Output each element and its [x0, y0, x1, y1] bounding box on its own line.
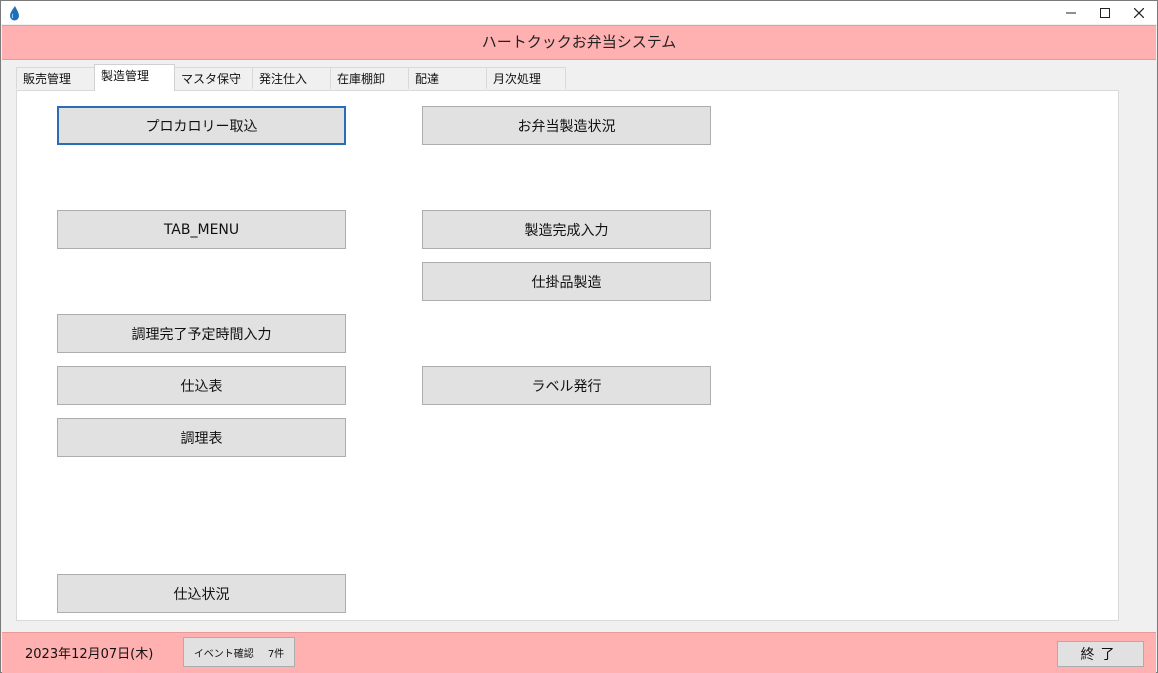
- tab-delivery[interactable]: 配達: [408, 67, 487, 89]
- exit-button[interactable]: 終了: [1057, 641, 1144, 667]
- current-date: 2023年12月07日(木): [25, 647, 154, 662]
- pro-calorie-import-button[interactable]: プロカロリー取込: [57, 106, 346, 145]
- tab-sales[interactable]: 販売管理: [16, 67, 95, 89]
- label-issue-button[interactable]: ラベル発行: [422, 366, 711, 405]
- tab-menu-button[interactable]: TAB_MENU: [57, 210, 346, 249]
- maximize-icon: [1100, 7, 1110, 18]
- title-bar: [1, 1, 1157, 24]
- cooking-sheet-button[interactable]: 調理表: [57, 418, 346, 457]
- status-bar: 2023年12月07日(木) イベント確認 7件 終了: [2, 632, 1156, 673]
- maximize-button[interactable]: [1088, 1, 1122, 24]
- tab-monthly[interactable]: 月次処理: [486, 67, 566, 89]
- event-check-label: イベント確認: [193, 648, 254, 660]
- app-drop-icon: [7, 5, 21, 21]
- wip-production-button[interactable]: 仕掛品製造: [422, 262, 711, 301]
- production-complete-input-button[interactable]: 製造完成入力: [422, 210, 711, 249]
- app-window: ハートクックお弁当システム 販売管理 製造管理 マスタ保守 発注仕入 在庫棚卸 …: [0, 0, 1158, 673]
- event-check-button[interactable]: イベント確認 7件: [183, 637, 295, 667]
- event-count: 7件: [267, 648, 285, 660]
- minimize-icon: [1066, 12, 1076, 13]
- tab-master[interactable]: マスタ保守: [174, 67, 253, 89]
- cooking-time-input-button[interactable]: 調理完了予定時間入力: [57, 314, 346, 353]
- tab-inventory[interactable]: 在庫棚卸: [330, 67, 409, 89]
- app-title: ハートクックお弁当システム: [481, 33, 677, 51]
- app-header: ハートクックお弁当システム: [2, 25, 1156, 60]
- close-icon: [1134, 7, 1144, 18]
- tab-panel-manufacturing: [16, 90, 1119, 621]
- close-button[interactable]: [1122, 1, 1156, 24]
- purchase-sheet-button[interactable]: 仕込表: [57, 366, 346, 405]
- minimize-button[interactable]: [1054, 1, 1088, 24]
- purchase-status-button[interactable]: 仕込状況: [57, 574, 346, 613]
- bento-status-button[interactable]: お弁当製造状況: [422, 106, 711, 145]
- tab-ordering[interactable]: 発注仕入: [252, 67, 331, 89]
- tab-manufacturing[interactable]: 製造管理: [94, 64, 175, 91]
